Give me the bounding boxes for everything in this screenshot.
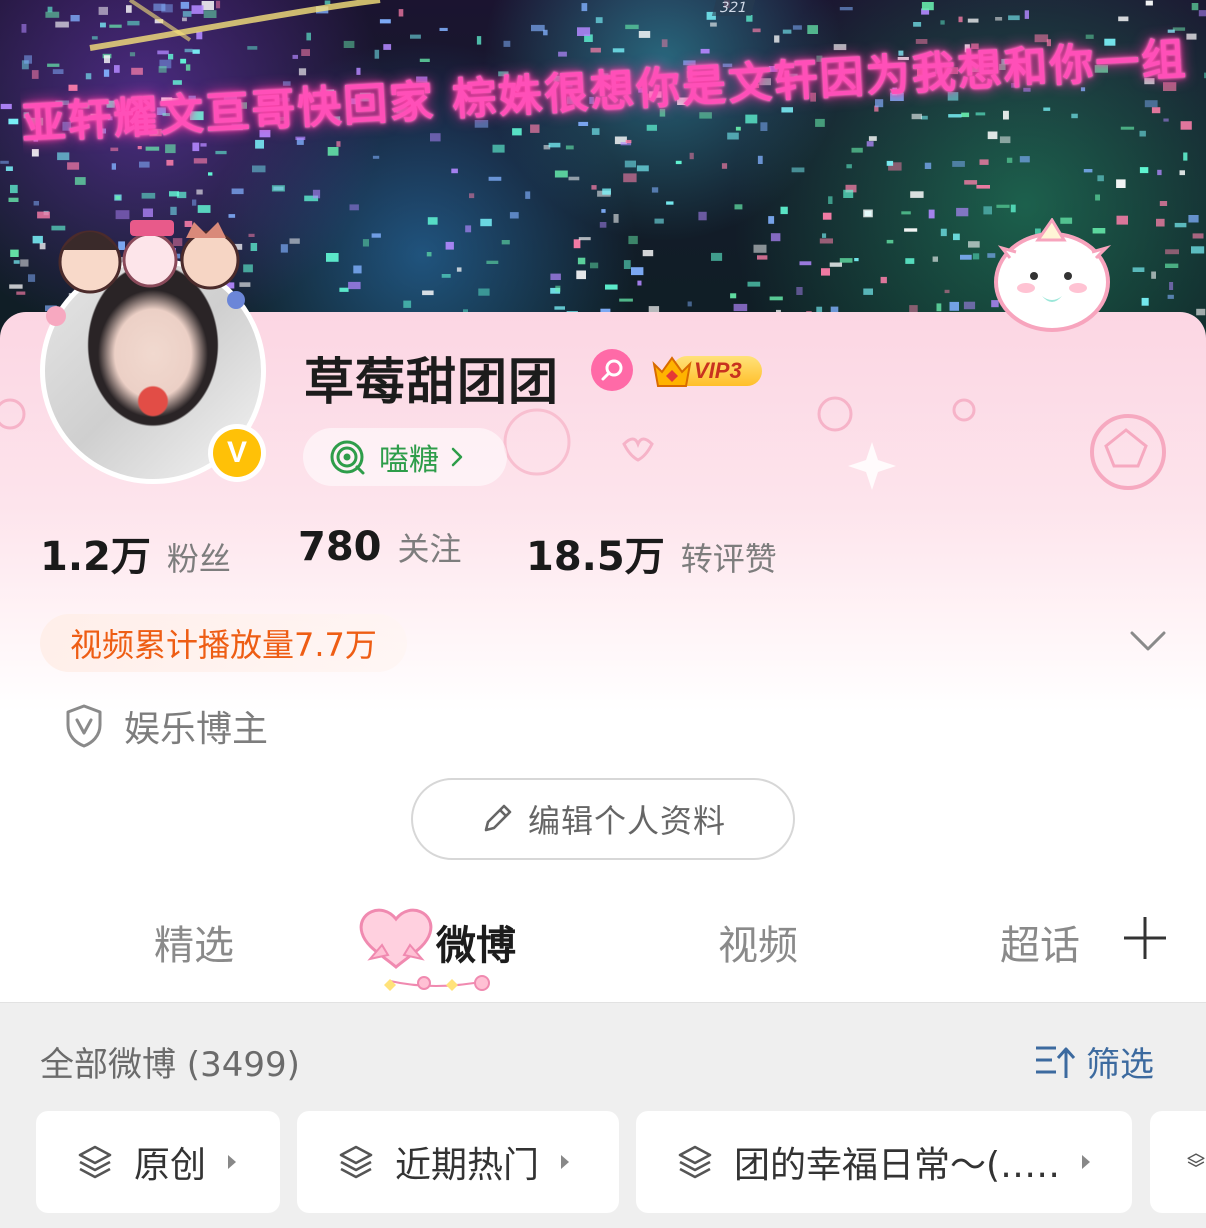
tab-weibo[interactable]: 微博 xyxy=(436,913,516,971)
filter-label: 筛选 xyxy=(1086,1045,1154,1085)
stat-value: 18.5万 xyxy=(526,534,665,580)
stat-value: 1.2万 xyxy=(40,534,151,580)
cat-mascot-sticker xyxy=(994,218,1112,332)
chip-original[interactable]: 原创 xyxy=(36,1111,280,1213)
role-label: 娱乐博主 xyxy=(124,709,269,750)
tab-super-topic[interactable]: 超话 xyxy=(1000,913,1080,971)
filter-icon xyxy=(1036,1046,1076,1078)
stat-followers[interactable]: 1.2万 粉丝 xyxy=(40,524,231,582)
female-icon xyxy=(591,349,633,391)
caret-right-icon xyxy=(228,1155,237,1169)
chip-recent-hot[interactable]: 近期热门 xyxy=(297,1111,619,1213)
feed-title: 全部微博 (3499) xyxy=(40,1045,300,1085)
chevron-down-icon[interactable] xyxy=(1128,627,1168,655)
stat-value: 780 xyxy=(298,524,382,570)
shield-icon xyxy=(66,704,102,748)
stat-interactions[interactable]: 18.5万 转评赞 xyxy=(526,524,777,582)
candy-button[interactable]: 嗑糖 xyxy=(303,428,507,486)
edit-profile-button[interactable]: 编辑个人资料 xyxy=(411,778,795,860)
vip-badge[interactable]: VIP3 xyxy=(650,350,764,390)
layers-icon xyxy=(339,1145,373,1179)
edit-profile-label: 编辑个人资料 xyxy=(527,802,726,840)
caret-right-icon xyxy=(561,1155,570,1169)
chip-label: 原创 xyxy=(134,1145,207,1186)
stat-label: 粉丝 xyxy=(166,540,231,578)
stat-label: 转评赞 xyxy=(680,540,777,578)
chip-partial[interactable] xyxy=(1150,1111,1206,1213)
avatar-ornament xyxy=(46,220,245,326)
verified-badge-label: V xyxy=(213,429,261,477)
video-plays-pill[interactable]: 视频累计播放量7.7万 xyxy=(40,614,407,672)
caret-right-icon xyxy=(1082,1155,1091,1169)
feed-section: 全部微博 (3499) 筛选 原创 近期热门 团的幸福日常～(‥… xyxy=(0,1002,1206,1228)
layers-icon xyxy=(678,1145,712,1179)
chip-label: 团的幸福日常～(‥… xyxy=(734,1145,1061,1186)
verified-badge[interactable]: V xyxy=(208,424,266,482)
pencil-icon xyxy=(484,804,512,832)
tab-featured[interactable]: 精选 xyxy=(154,913,234,971)
lollipop-icon xyxy=(330,440,365,475)
layers-icon xyxy=(78,1145,112,1179)
add-tab-icon[interactable] xyxy=(1120,913,1170,963)
candy-label: 嗑糖 xyxy=(379,443,439,478)
crown-icon xyxy=(652,356,692,387)
video-plays-text: 视频累计播放量7.7万 xyxy=(70,626,377,664)
chip-label: 近期热门 xyxy=(395,1145,540,1186)
profile-name: 草莓甜团团 xyxy=(304,353,559,411)
layers-icon xyxy=(1187,1153,1205,1167)
profile-tabs: 精选 微博 视频 超话 xyxy=(0,895,1206,1000)
filter-button[interactable]: 筛选 xyxy=(1034,1037,1154,1086)
stat-label: 关注 xyxy=(397,530,462,568)
chevron-right-icon xyxy=(451,447,463,467)
tab-video[interactable]: 视频 xyxy=(718,913,798,971)
chip-custom-album[interactable]: 团的幸福日常～(‥… xyxy=(636,1111,1132,1213)
stand-number: 321 xyxy=(711,0,755,16)
stat-following[interactable]: 780 关注 xyxy=(298,524,462,570)
role-row: 娱乐博主 xyxy=(64,700,268,752)
